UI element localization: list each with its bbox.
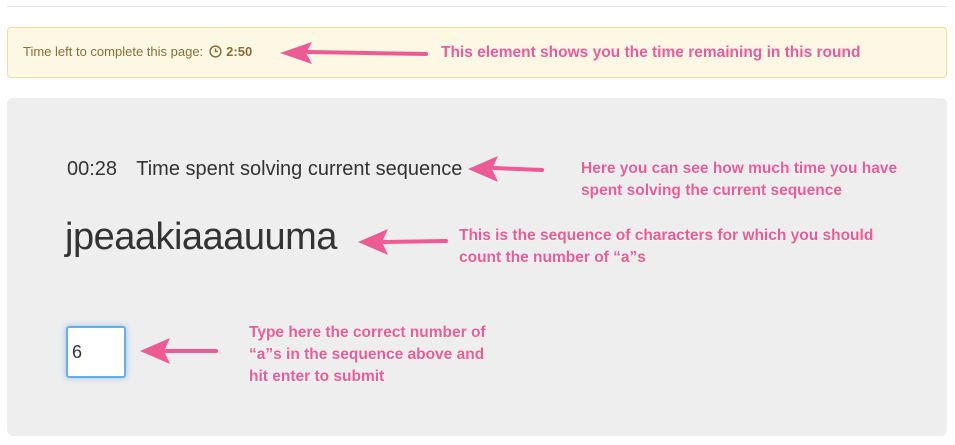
time-spent-value: 00:28	[67, 158, 118, 180]
annotation-time-left-text: This element shows you the time remainin…	[441, 44, 861, 61]
arrow-left-icon	[140, 338, 218, 364]
top-divider	[7, 6, 947, 7]
annotation-input: Type here the correct number of “a”s in …	[249, 322, 486, 388]
annotation-input-line: hit enter to submit	[249, 368, 385, 385]
annotation-time-spent-line: spent solving the current sequence	[581, 182, 842, 199]
annotation-sequence-line: This is the sequence of characters for w…	[459, 227, 874, 244]
annotation-time-spent: Here you can see how much time you have …	[581, 158, 897, 202]
arrow-left-icon	[358, 229, 448, 255]
annotation-sequence-line: count the number of “a”s	[459, 249, 646, 266]
arrow-left-icon	[468, 156, 544, 182]
time-left-value: 2:50	[226, 44, 253, 59]
time-left-text: Time left to complete this page: 2:50	[23, 44, 252, 59]
time-spent-label: Time spent solving current sequence	[136, 158, 463, 180]
annotation-time-spent-line: Here you can see how much time you have	[581, 160, 898, 177]
time-left-label: Time left to complete this page:	[23, 44, 204, 59]
annotation-sequence: This is the sequence of characters for w…	[459, 225, 873, 269]
annotation-input-line: Type here the correct number of	[249, 324, 486, 341]
arrow-left-icon	[280, 42, 428, 64]
clock-icon	[209, 45, 222, 58]
character-sequence: jpeaakiaaauuma	[65, 216, 337, 258]
annotation-input-line: “a”s in the sequence above and	[249, 346, 485, 363]
annotation-time-left: This element shows you the time remainin…	[441, 42, 860, 64]
answer-input[interactable]	[66, 326, 126, 378]
time-spent-row: 00:28 Time spent solving current sequenc…	[67, 158, 462, 181]
